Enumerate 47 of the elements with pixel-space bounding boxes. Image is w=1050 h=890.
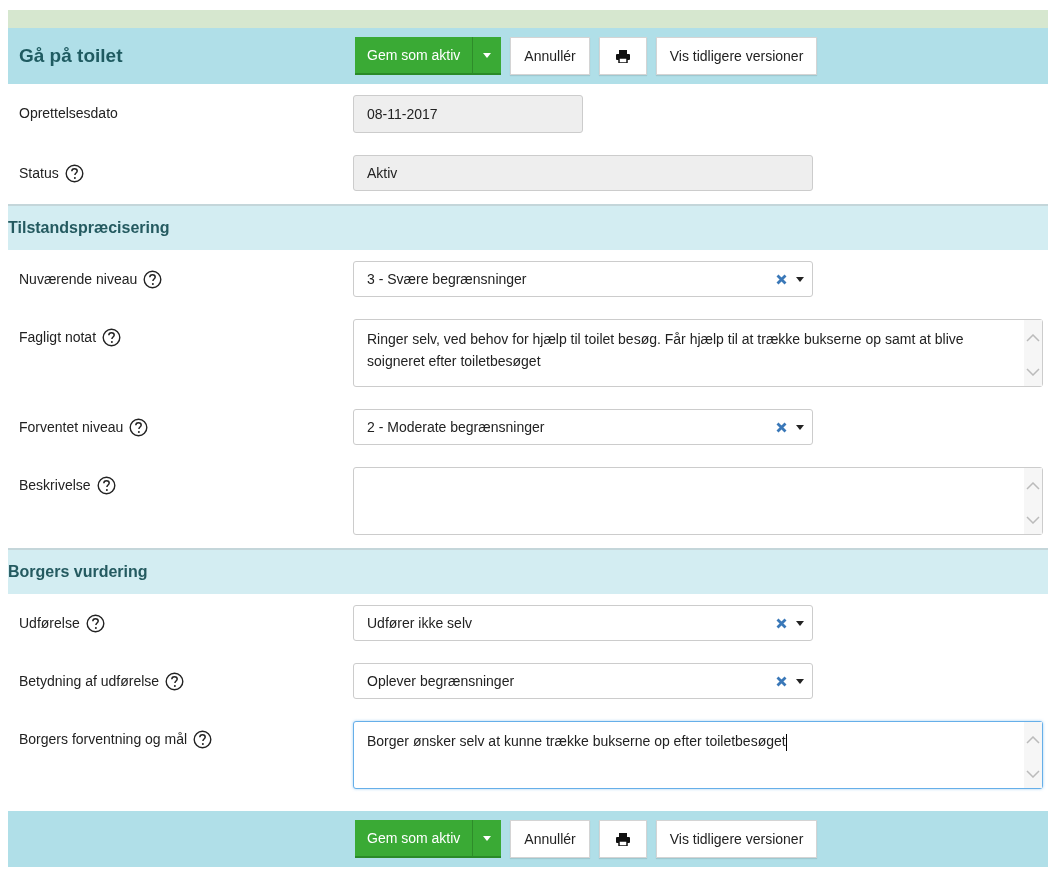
versions-button[interactable]: Vis tidligere versioner <box>655 820 818 858</box>
printer-icon <box>615 50 630 64</box>
field-label: Nuværende niveau <box>19 270 138 288</box>
dropdown-button[interactable] <box>472 820 502 858</box>
clear-icon[interactable] <box>776 617 787 629</box>
printer-icon <box>615 833 630 847</box>
caret-icon <box>796 620 804 626</box>
page-title: Gå på toilet <box>18 43 124 68</box>
caret-icon <box>483 52 492 58</box>
print-button[interactable] <box>598 820 647 858</box>
text-area[interactable] <box>353 467 1043 535</box>
scroll-up-icon[interactable] <box>1026 482 1040 490</box>
caret-icon <box>483 835 492 841</box>
caret-icon <box>796 276 804 282</box>
text-area[interactable]: Borger ønsker selv at kunne trække bukserne op efter toiletbesøget <box>353 721 1043 789</box>
field-label: Forventet niveau <box>19 418 124 436</box>
scroll-up-icon[interactable] <box>1026 334 1040 342</box>
dropdown-button[interactable] <box>472 37 502 75</box>
field-label: Borgers forventning og mål <box>19 730 188 748</box>
select-field[interactable]: 3 - Svære begrænsninger <box>353 261 813 297</box>
status-field: Aktiv <box>353 155 813 191</box>
field-label: Status <box>19 164 59 182</box>
caret-icon <box>796 424 804 430</box>
cancel-button[interactable]: Annullér <box>510 37 590 75</box>
clear-icon[interactable] <box>776 675 787 687</box>
field-label: Fagligt notat <box>19 328 97 346</box>
scroll-down-icon[interactable] <box>1026 770 1040 778</box>
cancel-button[interactable]: Annullér <box>510 820 590 858</box>
select-field[interactable]: Oplever begrænsninger <box>353 663 813 699</box>
text-area[interactable]: Ringer selv, ved behov for hjælp til toilet besøg. Får hjælp til at trække bukserne op samt at blive soigneret efter toiletbesøget <box>353 319 1043 387</box>
clear-icon[interactable] <box>776 421 787 433</box>
select-field[interactable]: 2 - Moderate begrænsninger <box>353 409 813 445</box>
versions-button[interactable]: Vis tidligere versioner <box>655 37 818 75</box>
section-title: Tilstandspræcisering <box>8 218 170 238</box>
field-label: Oprettelsesdato <box>19 104 118 122</box>
clear-icon[interactable] <box>776 273 787 285</box>
field-label: Betydning af udførelse <box>19 672 160 690</box>
scroll-down-icon[interactable] <box>1026 516 1040 524</box>
date-field: 08-11-2017 <box>353 95 583 133</box>
caret-icon <box>796 678 804 684</box>
field-label: Beskrivelse <box>19 476 91 494</box>
select-field[interactable]: Udfører ikke selv <box>353 605 813 641</box>
field-label: Udførelse <box>19 614 80 632</box>
scroll-down-icon[interactable] <box>1026 368 1040 376</box>
section-title: Borgers vurdering <box>8 562 148 582</box>
scroll-up-icon[interactable] <box>1026 736 1040 744</box>
print-button[interactable] <box>598 37 647 75</box>
